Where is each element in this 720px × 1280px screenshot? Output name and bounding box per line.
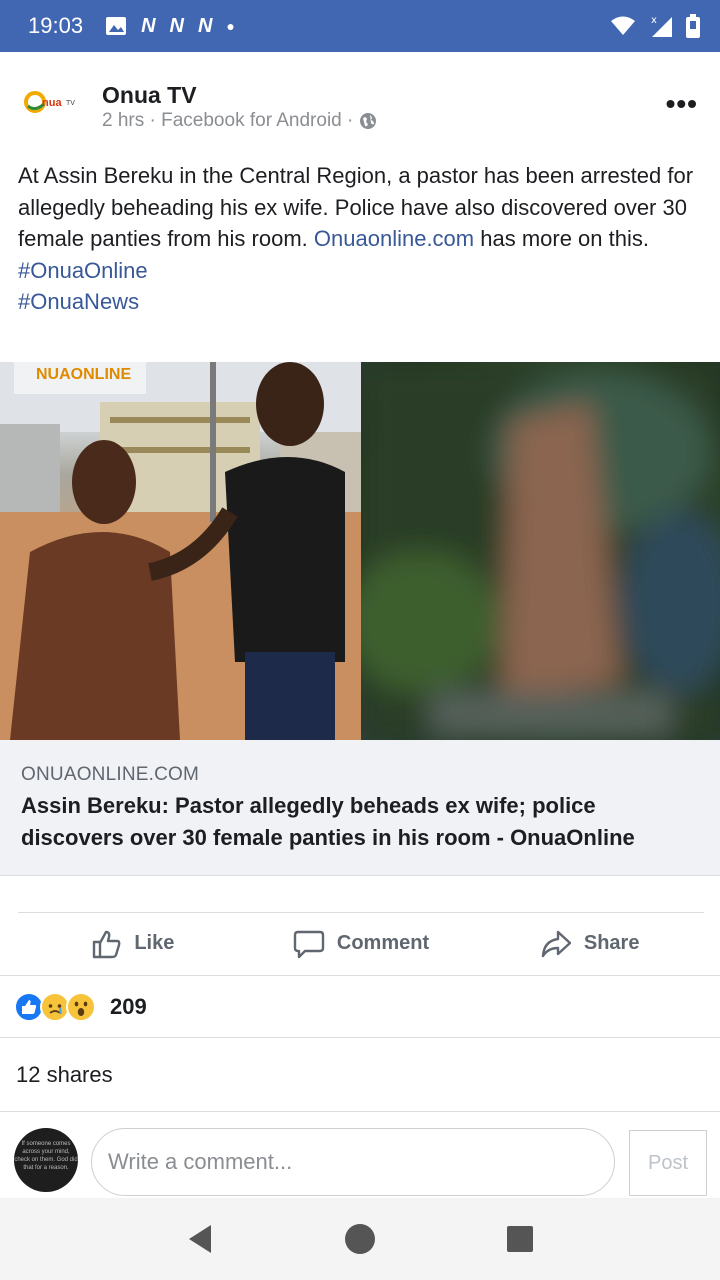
reaction-icons: [14, 991, 96, 1022]
share-icon: [541, 930, 572, 957]
blurred-scene: [361, 362, 720, 740]
link-domain: ONUAONLINE.COM: [21, 764, 200, 785]
shares-label: 12 shares: [16, 1061, 113, 1087]
hashtag-onuanews[interactable]: #OnuaNews: [18, 289, 139, 314]
post-text: At Assin Bereku in the Central Region, a…: [18, 160, 698, 318]
image-watermark: NUAONLINE: [36, 366, 131, 383]
avatar-quote: If someone comes across your mind, check…: [14, 1141, 78, 1171]
page-avatar[interactable]: nua TV: [22, 84, 84, 120]
post-body-end: has more on this.: [474, 226, 649, 251]
notification-icons: N N N ●: [105, 15, 235, 38]
share-label: Share: [583, 932, 640, 954]
page-name[interactable]: Onua TV: [102, 82, 197, 109]
recents-square-icon: [507, 1226, 533, 1252]
notification-n-icon: N: [141, 14, 156, 37]
recents-button[interactable]: [498, 1217, 542, 1261]
reactions-row[interactable]: 209: [0, 975, 720, 1037]
action-bar: Like Comment Share: [18, 912, 704, 974]
like-label: Like: [134, 932, 175, 954]
post-meta: 2 hrs · Facebook for Android ·: [102, 110, 377, 132]
svg-text:nua: nua: [42, 97, 62, 109]
home-circle-icon: [345, 1224, 375, 1254]
post-comment-button[interactable]: Post: [629, 1130, 707, 1196]
dot-icon: ●: [226, 18, 235, 34]
globe-icon: [360, 113, 377, 129]
post-header: nua TV Onua TV 2 hrs · Facebook for Andr…: [0, 70, 720, 150]
thumbs-up-icon: [93, 930, 121, 958]
comment-button[interactable]: Comment: [247, 928, 476, 960]
wifi-icon: [611, 16, 635, 35]
link-preview[interactable]: ONUAONLINE.COM Assin Bereku: Pastor alle…: [0, 740, 720, 876]
comment-icon: [293, 930, 325, 958]
back-triangle-icon: [189, 1225, 211, 1253]
photo-left: NUAONLINE: [0, 362, 361, 740]
image-icon: [106, 17, 127, 35]
photo-right-blurred: [361, 362, 720, 740]
reaction-count: 209: [110, 993, 147, 1019]
post-image[interactable]: NUAONLINE: [0, 362, 720, 740]
svg-text:TV: TV: [66, 100, 75, 107]
comment-label: Comment: [336, 932, 430, 954]
svg-text:x: x: [651, 15, 657, 26]
post-meta-text: 2 hrs · Facebook for Android ·: [102, 110, 354, 131]
battery-icon: [686, 14, 700, 38]
hashtag-onuaonline[interactable]: #OnuaOnline: [18, 258, 148, 283]
comment-composer: If someone comes across your mind, check…: [0, 1111, 720, 1197]
back-button[interactable]: [178, 1217, 222, 1261]
notification-n-icon: N: [197, 14, 213, 37]
system-nav-bar: [0, 1198, 720, 1280]
status-bar: 19:03 N N N ● x: [0, 0, 720, 52]
wow-reaction-icon: [66, 991, 96, 1022]
comment-input[interactable]: [91, 1128, 615, 1196]
share-button[interactable]: Share: [475, 928, 704, 960]
link-title[interactable]: Assin Bereku: Pastor allegedly beheads e…: [21, 790, 701, 854]
photo-scene: NUAONLINE: [0, 362, 361, 740]
notification-n-icon: N: [169, 14, 184, 37]
status-time: 19:03: [28, 13, 84, 38]
signal-icon: x: [651, 15, 672, 37]
onua-logo: nua TV: [24, 91, 75, 113]
post-link[interactable]: Onuaonline.com: [314, 226, 474, 251]
shares-count[interactable]: 12 shares: [0, 1037, 720, 1111]
user-avatar: If someone comes across your mind, check…: [14, 1128, 78, 1192]
like-button[interactable]: Like: [18, 928, 247, 960]
more-options-icon[interactable]: •••: [666, 90, 698, 118]
home-button[interactable]: [338, 1217, 382, 1261]
